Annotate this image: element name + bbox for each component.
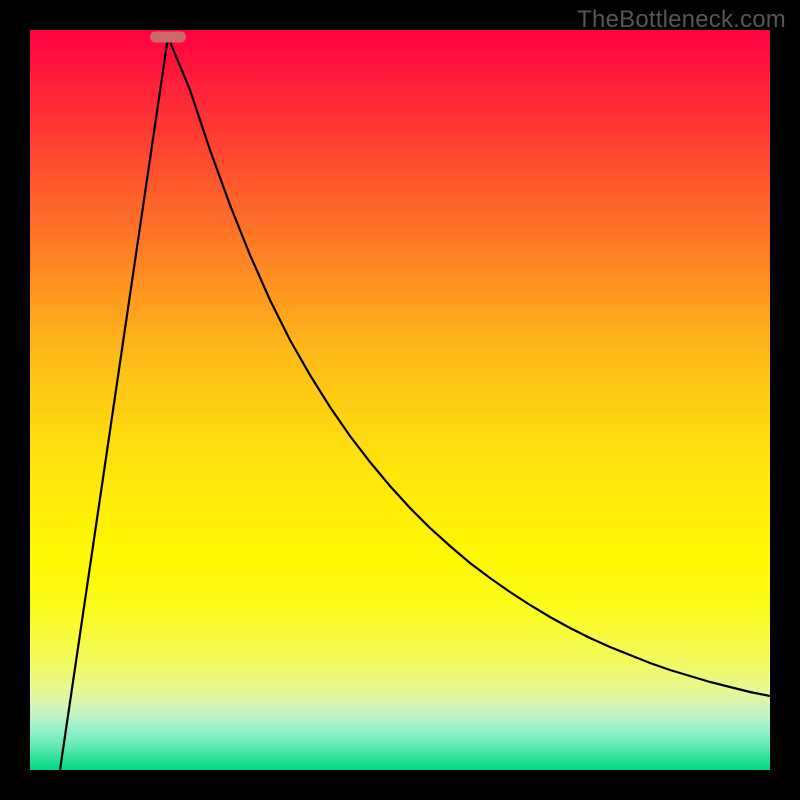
bottleneck-curve xyxy=(60,37,770,770)
optimal-marker xyxy=(150,32,186,43)
plot-area xyxy=(30,30,770,770)
curve-layer xyxy=(30,30,770,770)
chart-container: TheBottleneck.com xyxy=(0,0,800,800)
